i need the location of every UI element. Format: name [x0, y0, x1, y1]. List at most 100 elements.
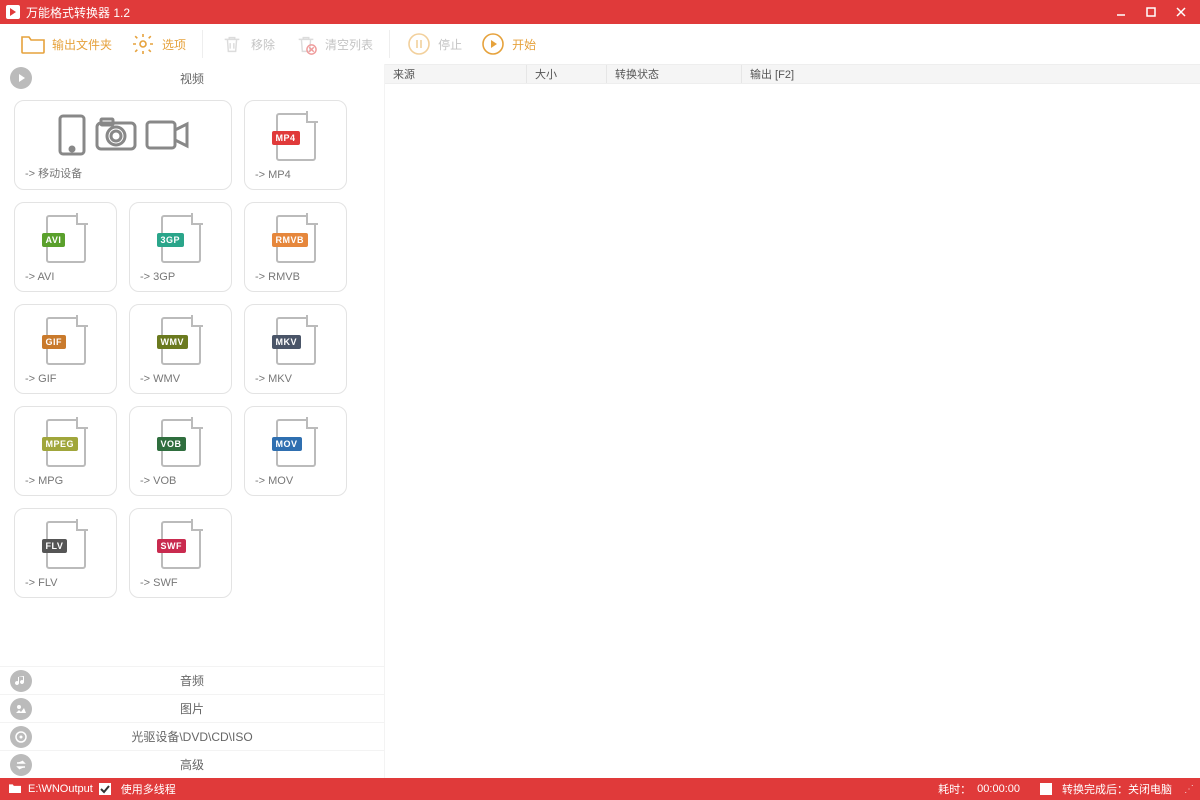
file-mov-icon: MOV — [276, 419, 316, 467]
format-tile-mov[interactable]: MOV-> MOV — [244, 406, 347, 496]
col-source[interactable]: 来源 — [385, 65, 527, 83]
tile-label: -> MKV — [253, 367, 338, 393]
category-disc[interactable]: 光驱设备\DVD\CD\ISO — [0, 722, 384, 750]
elapsed-value: 00:00:00 — [977, 783, 1020, 795]
format-tile-mp4[interactable]: MP4-> MP4 — [244, 100, 347, 190]
col-size[interactable]: 大小 — [527, 65, 607, 83]
col-status[interactable]: 转换状态 — [607, 65, 742, 83]
tile-label: -> WMV — [138, 367, 223, 393]
file-avi-icon: AVI — [46, 215, 86, 263]
statusbar: E:\WNOutput 使用多线程 耗时： 00:00:00 转换完成后：关闭电… — [0, 778, 1200, 800]
category-advanced[interactable]: 高级 — [0, 750, 384, 778]
format-tile-mpeg[interactable]: MPEG-> MPG — [14, 406, 117, 496]
column-headers: 来源 大小 转换状态 输出 [F2] — [385, 64, 1200, 84]
file-wmv-icon: WMV — [161, 317, 201, 365]
file-flv-icon: FLV — [46, 521, 86, 569]
remove-label: 移除 — [251, 36, 275, 53]
play-circle-icon — [10, 67, 32, 89]
app-logo — [6, 5, 20, 19]
tile-label: -> 3GP — [138, 265, 223, 291]
trash-clear-icon — [293, 31, 319, 57]
multithread-label: 使用多线程 — [121, 781, 176, 797]
format-tile-mkv[interactable]: MKV-> MKV — [244, 304, 347, 394]
start-button[interactable]: 开始 — [472, 27, 544, 61]
file-rmvb-icon: RMVB — [276, 215, 316, 263]
format-tile-devices[interactable]: -> 移动设备 — [14, 100, 232, 190]
close-button[interactable] — [1166, 0, 1196, 24]
format-tile-3gp[interactable]: 3GP-> 3GP — [129, 202, 232, 292]
remove-button[interactable]: 移除 — [211, 27, 283, 61]
format-tile-rmvb[interactable]: RMVB-> RMVB — [244, 202, 347, 292]
output-path[interactable]: E:\WNOutput — [28, 783, 93, 795]
maximize-button[interactable] — [1136, 0, 1166, 24]
pause-icon — [406, 31, 432, 57]
shutdown-label: 转换完成后：关闭电脑 — [1062, 781, 1172, 797]
format-tile-gif[interactable]: GIF-> GIF — [14, 304, 117, 394]
window-title: 万能格式转换器 1.2 — [26, 4, 130, 21]
category-audio[interactable]: 音频 — [0, 666, 384, 694]
tile-label: -> VOB — [138, 469, 223, 495]
file-list[interactable] — [385, 84, 1200, 778]
start-label: 开始 — [512, 36, 536, 53]
file-mpeg-icon: MPEG — [46, 419, 86, 467]
image-icon — [10, 698, 32, 720]
folder-icon — [20, 31, 46, 57]
folder-small-icon — [8, 782, 22, 797]
tile-label: -> GIF — [23, 367, 108, 393]
format-tile-flv[interactable]: FLV-> FLV — [14, 508, 117, 598]
options-button[interactable]: 选项 — [122, 27, 194, 61]
file-mp4-icon: MP4 — [276, 113, 316, 161]
devices-icon — [57, 113, 189, 157]
stop-label: 停止 — [438, 36, 462, 53]
separator — [202, 30, 203, 58]
separator — [389, 30, 390, 58]
format-tile-swf[interactable]: SWF-> SWF — [129, 508, 232, 598]
category-video[interactable]: 视频 — [0, 64, 384, 92]
file-3gp-icon: 3GP — [161, 215, 201, 263]
tile-label: -> FLV — [23, 571, 108, 597]
file-gif-icon: GIF — [46, 317, 86, 365]
tile-label: -> MPG — [23, 469, 108, 495]
category-advanced-label: 高级 — [180, 756, 204, 773]
file-mkv-icon: MKV — [276, 317, 316, 365]
shutdown-checkbox[interactable] — [1040, 783, 1052, 795]
tile-label: -> 移动设备 — [23, 159, 223, 189]
titlebar: 万能格式转换器 1.2 — [0, 0, 1200, 24]
tile-label: -> RMVB — [253, 265, 338, 291]
toolbar: 输出文件夹 选项 移除 清空列表 停止 开始 — [0, 24, 1200, 64]
sidebar: 视频 -> 移动设备MP4-> MP4AVI-> AVI3GP-> 3GPRMV… — [0, 64, 385, 778]
tile-label: -> MP4 — [253, 163, 338, 189]
clear-list-label: 清空列表 — [325, 36, 373, 53]
tile-label: -> MOV — [253, 469, 338, 495]
gear-icon — [130, 31, 156, 57]
video-panel: -> 移动设备MP4-> MP4AVI-> AVI3GP-> 3GPRMVB->… — [0, 92, 384, 666]
play-icon — [480, 31, 506, 57]
multithread-checkbox[interactable] — [99, 783, 111, 795]
category-image[interactable]: 图片 — [0, 694, 384, 722]
output-folder-button[interactable]: 输出文件夹 — [12, 27, 120, 61]
format-tile-avi[interactable]: AVI-> AVI — [14, 202, 117, 292]
file-vob-icon: VOB — [161, 419, 201, 467]
swap-icon — [10, 754, 32, 776]
format-tile-wmv[interactable]: WMV-> WMV — [129, 304, 232, 394]
category-video-label: 视频 — [180, 70, 204, 87]
resize-grip[interactable]: ⋰ — [1184, 784, 1192, 795]
format-tile-vob[interactable]: VOB-> VOB — [129, 406, 232, 496]
category-audio-label: 音频 — [180, 672, 204, 689]
tile-label: -> SWF — [138, 571, 223, 597]
minimize-button[interactable] — [1106, 0, 1136, 24]
category-disc-label: 光驱设备\DVD\CD\ISO — [131, 728, 252, 745]
trash-icon — [219, 31, 245, 57]
file-swf-icon: SWF — [161, 521, 201, 569]
main-area: 来源 大小 转换状态 输出 [F2] — [385, 64, 1200, 778]
tile-label: -> AVI — [23, 265, 108, 291]
category-image-label: 图片 — [180, 700, 204, 717]
music-icon — [10, 670, 32, 692]
disc-icon — [10, 726, 32, 748]
output-folder-label: 输出文件夹 — [52, 36, 112, 53]
col-output[interactable]: 输出 [F2] — [742, 65, 1200, 83]
elapsed-label: 耗时： — [938, 781, 971, 797]
options-label: 选项 — [162, 36, 186, 53]
clear-list-button[interactable]: 清空列表 — [285, 27, 381, 61]
stop-button[interactable]: 停止 — [398, 27, 470, 61]
